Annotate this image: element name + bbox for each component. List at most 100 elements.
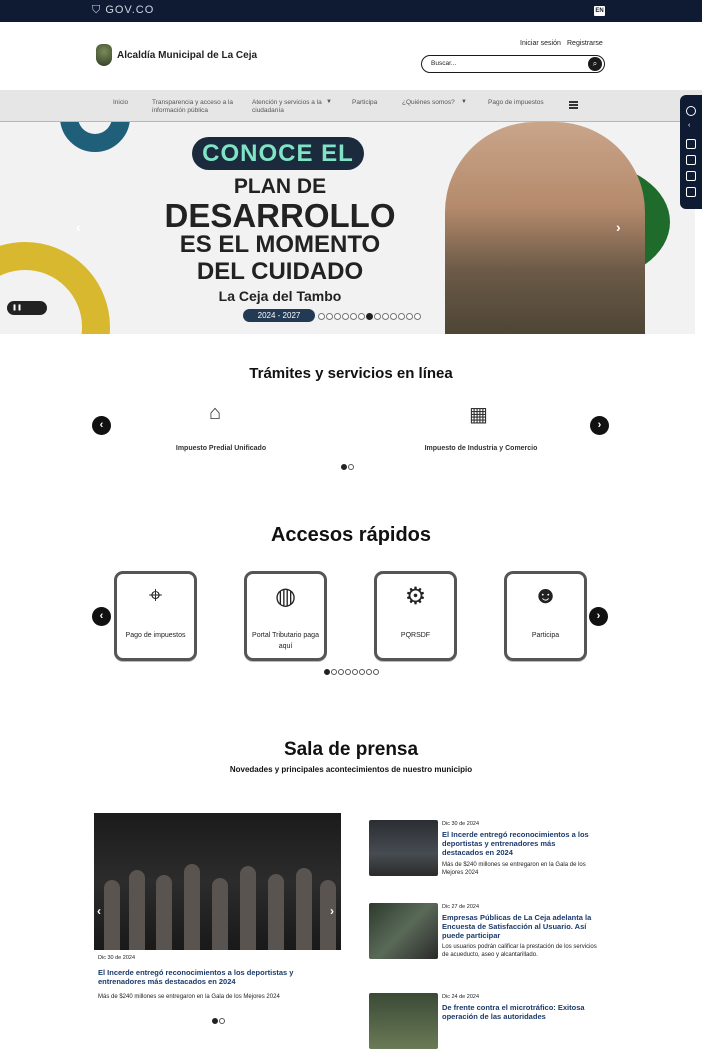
font-decrease-icon[interactable]: [686, 155, 696, 165]
carousel-dot[interactable]: [212, 1018, 218, 1024]
photo-figure: [156, 875, 172, 950]
tramites-prev-arrow[interactable]: ‹: [92, 416, 111, 435]
hero-pause-button[interactable]: ❚❚: [7, 301, 47, 315]
carousel-dot[interactable]: [326, 313, 333, 320]
news-headline[interactable]: Empresas Públicas de La Ceja adelanta la…: [442, 913, 602, 940]
photo-figure: [129, 870, 145, 950]
people-icon: ☻: [532, 582, 559, 609]
search-input[interactable]: Buscar...: [431, 60, 456, 67]
news-prev-arrow[interactable]: ‹: [97, 904, 101, 918]
tramite-industria-link[interactable]: Impuesto de Industria y Comercio: [381, 445, 581, 452]
world-hand-icon: ◍: [275, 583, 296, 610]
login-link[interactable]: Iniciar sesión: [520, 40, 561, 47]
carousel-dot[interactable]: [382, 313, 389, 320]
photo-figure: [212, 878, 228, 950]
nav-item-participa[interactable]: Participa: [352, 99, 377, 107]
featured-news-summary: Más de $240 millones se entregaron en la…: [98, 994, 280, 1000]
tramites-indicators: [341, 464, 361, 471]
pointer-click-icon: ⌖: [148, 582, 163, 609]
carousel-dot[interactable]: [390, 313, 397, 320]
carousel-dot[interactable]: [342, 313, 349, 320]
news-thumbnail[interactable]: [369, 993, 438, 1049]
hero-line-desarrollo: DESARROLLO: [164, 197, 396, 234]
site-title[interactable]: Alcaldía Municipal de La Ceja: [117, 50, 257, 61]
news-date: Dic 24 de 2024: [442, 994, 479, 1000]
carousel-dot[interactable]: [359, 669, 365, 675]
language-toggle[interactable]: EN: [594, 6, 605, 16]
quick-access-pqrsdf[interactable]: ⚙ PQRSDF: [374, 571, 457, 661]
quick-access-label: Participa: [531, 632, 560, 639]
quick-access-participa[interactable]: ☻ Participa: [504, 571, 587, 661]
home-icon[interactable]: ⌂: [209, 402, 221, 425]
news-next-arrow[interactable]: ›: [330, 904, 334, 918]
hero-slide-indicators: [318, 313, 421, 321]
carousel-dot[interactable]: [345, 669, 351, 675]
news-headline[interactable]: De frente contra el microtráfico: Exitos…: [442, 1003, 597, 1021]
contrast-icon[interactable]: [686, 171, 696, 181]
carousel-dot[interactable]: [406, 313, 413, 320]
calculator-icon[interactable]: ▦: [469, 402, 488, 427]
carousel-dot[interactable]: [358, 313, 365, 320]
accessibility-icon[interactable]: [686, 106, 696, 116]
news-summary: Los usuarios podrán calificar la prestac…: [442, 944, 597, 958]
gov-co-logo[interactable]: ⛉ GOV.CO: [92, 4, 154, 17]
decorative-ring: [0, 242, 110, 334]
nav-item-quienes-somos[interactable]: ¿Quiénes somos?: [402, 99, 455, 107]
photo-figure: [184, 864, 200, 950]
hero-line-municipio: La Ceja del Tambo: [218, 288, 342, 304]
tramites-next-arrow[interactable]: ›: [590, 416, 609, 435]
nav-item-transparencia[interactable]: Transparencia y acceso a la información …: [152, 99, 236, 115]
nav-item-atencion[interactable]: Atención y servicios a la ciudadanía: [252, 99, 324, 115]
carousel-dot[interactable]: [352, 669, 358, 675]
photo-figure: [240, 866, 256, 950]
reset-icon[interactable]: [686, 187, 696, 197]
quick-access-portal-tributario[interactable]: ◍ Portal Tributario paga aquí: [244, 571, 327, 661]
hero-next-arrow[interactable]: ›: [616, 219, 621, 235]
carousel-dot[interactable]: [398, 313, 405, 320]
photo-figure: [268, 874, 284, 950]
accesos-next-arrow[interactable]: ›: [589, 607, 608, 626]
accesos-prev-arrow[interactable]: ‹: [92, 607, 111, 626]
search-box[interactable]: Buscar... ⌕: [421, 55, 605, 73]
carousel-dot[interactable]: [348, 464, 354, 470]
nav-item-pago-impuestos[interactable]: Pago de impuestos: [488, 99, 544, 107]
search-icon[interactable]: ⌕: [588, 57, 602, 71]
collapse-arrow-icon[interactable]: ‹: [688, 122, 690, 129]
main-navigation: [0, 90, 702, 122]
carousel-dot[interactable]: [219, 1018, 225, 1024]
carousel-dot[interactable]: [373, 669, 379, 675]
carousel-dot[interactable]: [374, 313, 381, 320]
featured-news-headline[interactable]: El Incerde entregó reconocimientos a los…: [98, 968, 328, 986]
hero-line-plan: PLAN DE: [233, 175, 327, 198]
font-increase-icon[interactable]: [686, 139, 696, 149]
hero-line-cuidado: DEL CUIDADO: [196, 258, 364, 285]
news-date: Dic 27 de 2024: [442, 904, 479, 910]
hero-prev-arrow[interactable]: ‹: [76, 219, 81, 235]
news-thumbnail[interactable]: [369, 903, 438, 959]
carousel-dot[interactable]: [318, 313, 325, 320]
carousel-dot[interactable]: [341, 464, 347, 470]
carousel-dot[interactable]: [331, 669, 337, 675]
nav-item-inicio[interactable]: Inicio: [113, 99, 128, 107]
carousel-dot[interactable]: [324, 669, 330, 675]
quick-access-pago-impuestos[interactable]: ⌖ Pago de impuestos: [114, 571, 197, 661]
municipal-crest-logo[interactable]: [96, 44, 112, 66]
chevron-down-icon: ▼: [326, 99, 332, 105]
featured-news-image[interactable]: [94, 813, 341, 950]
hamburger-menu-icon[interactable]: [569, 101, 578, 109]
carousel-dot[interactable]: [414, 313, 421, 320]
gov-co-logo-text: GOV.CO: [105, 4, 155, 16]
carousel-dot[interactable]: [338, 669, 344, 675]
news-headline[interactable]: El Incerde entregó reconocimientos a los…: [442, 830, 597, 857]
register-link[interactable]: Registrarse: [567, 40, 603, 47]
carousel-dot[interactable]: [366, 313, 373, 320]
tramite-predial-link[interactable]: Impuesto Predial Unificado: [121, 445, 321, 452]
carousel-dot[interactable]: [366, 669, 372, 675]
prensa-title: Sala de prensa: [283, 739, 419, 760]
hero-line-momento: ES EL MOMENTO: [179, 231, 381, 258]
carousel-dot[interactable]: [350, 313, 357, 320]
prensa-subtitle: Novedades y principales acontecimientos …: [229, 765, 473, 774]
news-summary: Más de $240 millones se entregaron en la…: [442, 862, 586, 876]
carousel-dot[interactable]: [334, 313, 341, 320]
news-thumbnail[interactable]: [369, 820, 438, 876]
